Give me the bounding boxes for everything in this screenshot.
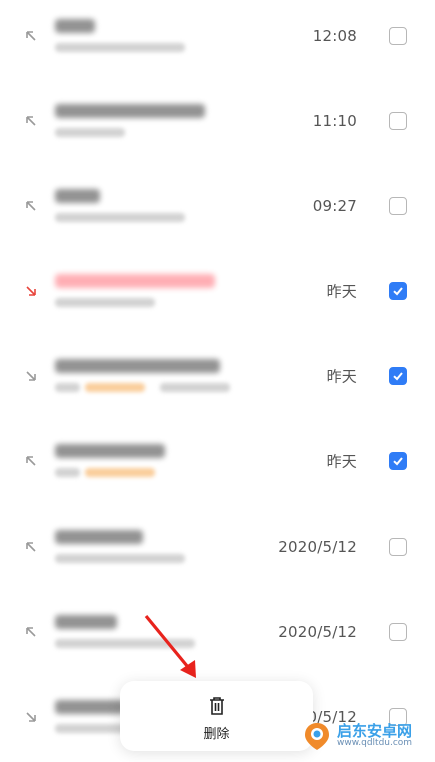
call-log-row[interactable]: 09:27: [0, 163, 435, 249]
outgoing-call-icon: [22, 197, 40, 215]
tag-label: [85, 382, 145, 392]
call-time: 11:10: [312, 112, 357, 130]
call-detail: [55, 212, 185, 222]
call-log-row[interactable]: 12:08: [0, 0, 435, 79]
call-detail: [55, 382, 80, 392]
call-detail: [55, 553, 185, 563]
call-time: 12:08: [312, 27, 357, 45]
call-log-row[interactable]: 昨天: [0, 333, 435, 419]
select-checkbox[interactable]: [389, 27, 407, 45]
watermark-name: 启东安卓网: [337, 721, 413, 740]
outgoing-call-icon: [22, 623, 40, 641]
outgoing-call-icon: [22, 538, 40, 556]
call-detail: [55, 297, 155, 307]
annotation-arrow: [140, 610, 210, 685]
incoming-call-icon: [22, 367, 40, 385]
select-checkbox[interactable]: [389, 282, 407, 300]
select-checkbox[interactable]: [389, 197, 407, 215]
select-checkbox[interactable]: [389, 112, 407, 130]
contact-name: [55, 699, 125, 714]
call-time: 2020/5/12: [278, 538, 357, 556]
bottom-action-bar: 删除: [120, 681, 313, 751]
delete-button[interactable]: 删除: [120, 723, 313, 742]
select-checkbox[interactable]: [389, 452, 407, 470]
missed-call-icon: [22, 282, 40, 300]
call-detail: [55, 127, 125, 137]
contact-name: [55, 18, 95, 33]
contact-name: [55, 188, 100, 203]
call-log-row[interactable]: 昨天: [0, 418, 435, 504]
call-time: 昨天: [326, 452, 357, 471]
call-time: 2020/5/12: [278, 623, 357, 641]
call-detail: [55, 42, 185, 52]
contact-name: [55, 614, 117, 629]
tag-label: [85, 467, 155, 477]
select-checkbox[interactable]: [389, 623, 407, 641]
contact-name: [55, 529, 143, 544]
watermark-url: www.qdltdu.com: [337, 738, 413, 749]
call-log-row[interactable]: 昨天: [0, 248, 435, 334]
watermark-logo-icon: [301, 720, 333, 752]
outgoing-call-icon: [22, 452, 40, 470]
call-log-row[interactable]: 11:10: [0, 78, 435, 164]
location-label: [160, 382, 230, 392]
call-time: 昨天: [326, 282, 357, 301]
incoming-call-icon: [22, 708, 40, 726]
call-time: 09:27: [312, 197, 357, 215]
outgoing-call-icon: [22, 112, 40, 130]
contact-name: [55, 103, 205, 118]
contact-name: [55, 358, 220, 373]
call-log-row[interactable]: 2020/5/12: [0, 589, 435, 675]
select-checkbox[interactable]: [389, 538, 407, 556]
trash-icon[interactable]: [206, 695, 228, 717]
call-log-row[interactable]: 2020/5/12: [0, 504, 435, 590]
call-time: 昨天: [326, 367, 357, 386]
contact-name: [55, 273, 215, 288]
call-detail: [55, 467, 80, 477]
select-checkbox[interactable]: [389, 367, 407, 385]
contact-name: [55, 443, 165, 458]
watermark: 启东安卓网 www.qdltdu.com: [301, 716, 431, 756]
outgoing-call-icon: [22, 27, 40, 45]
